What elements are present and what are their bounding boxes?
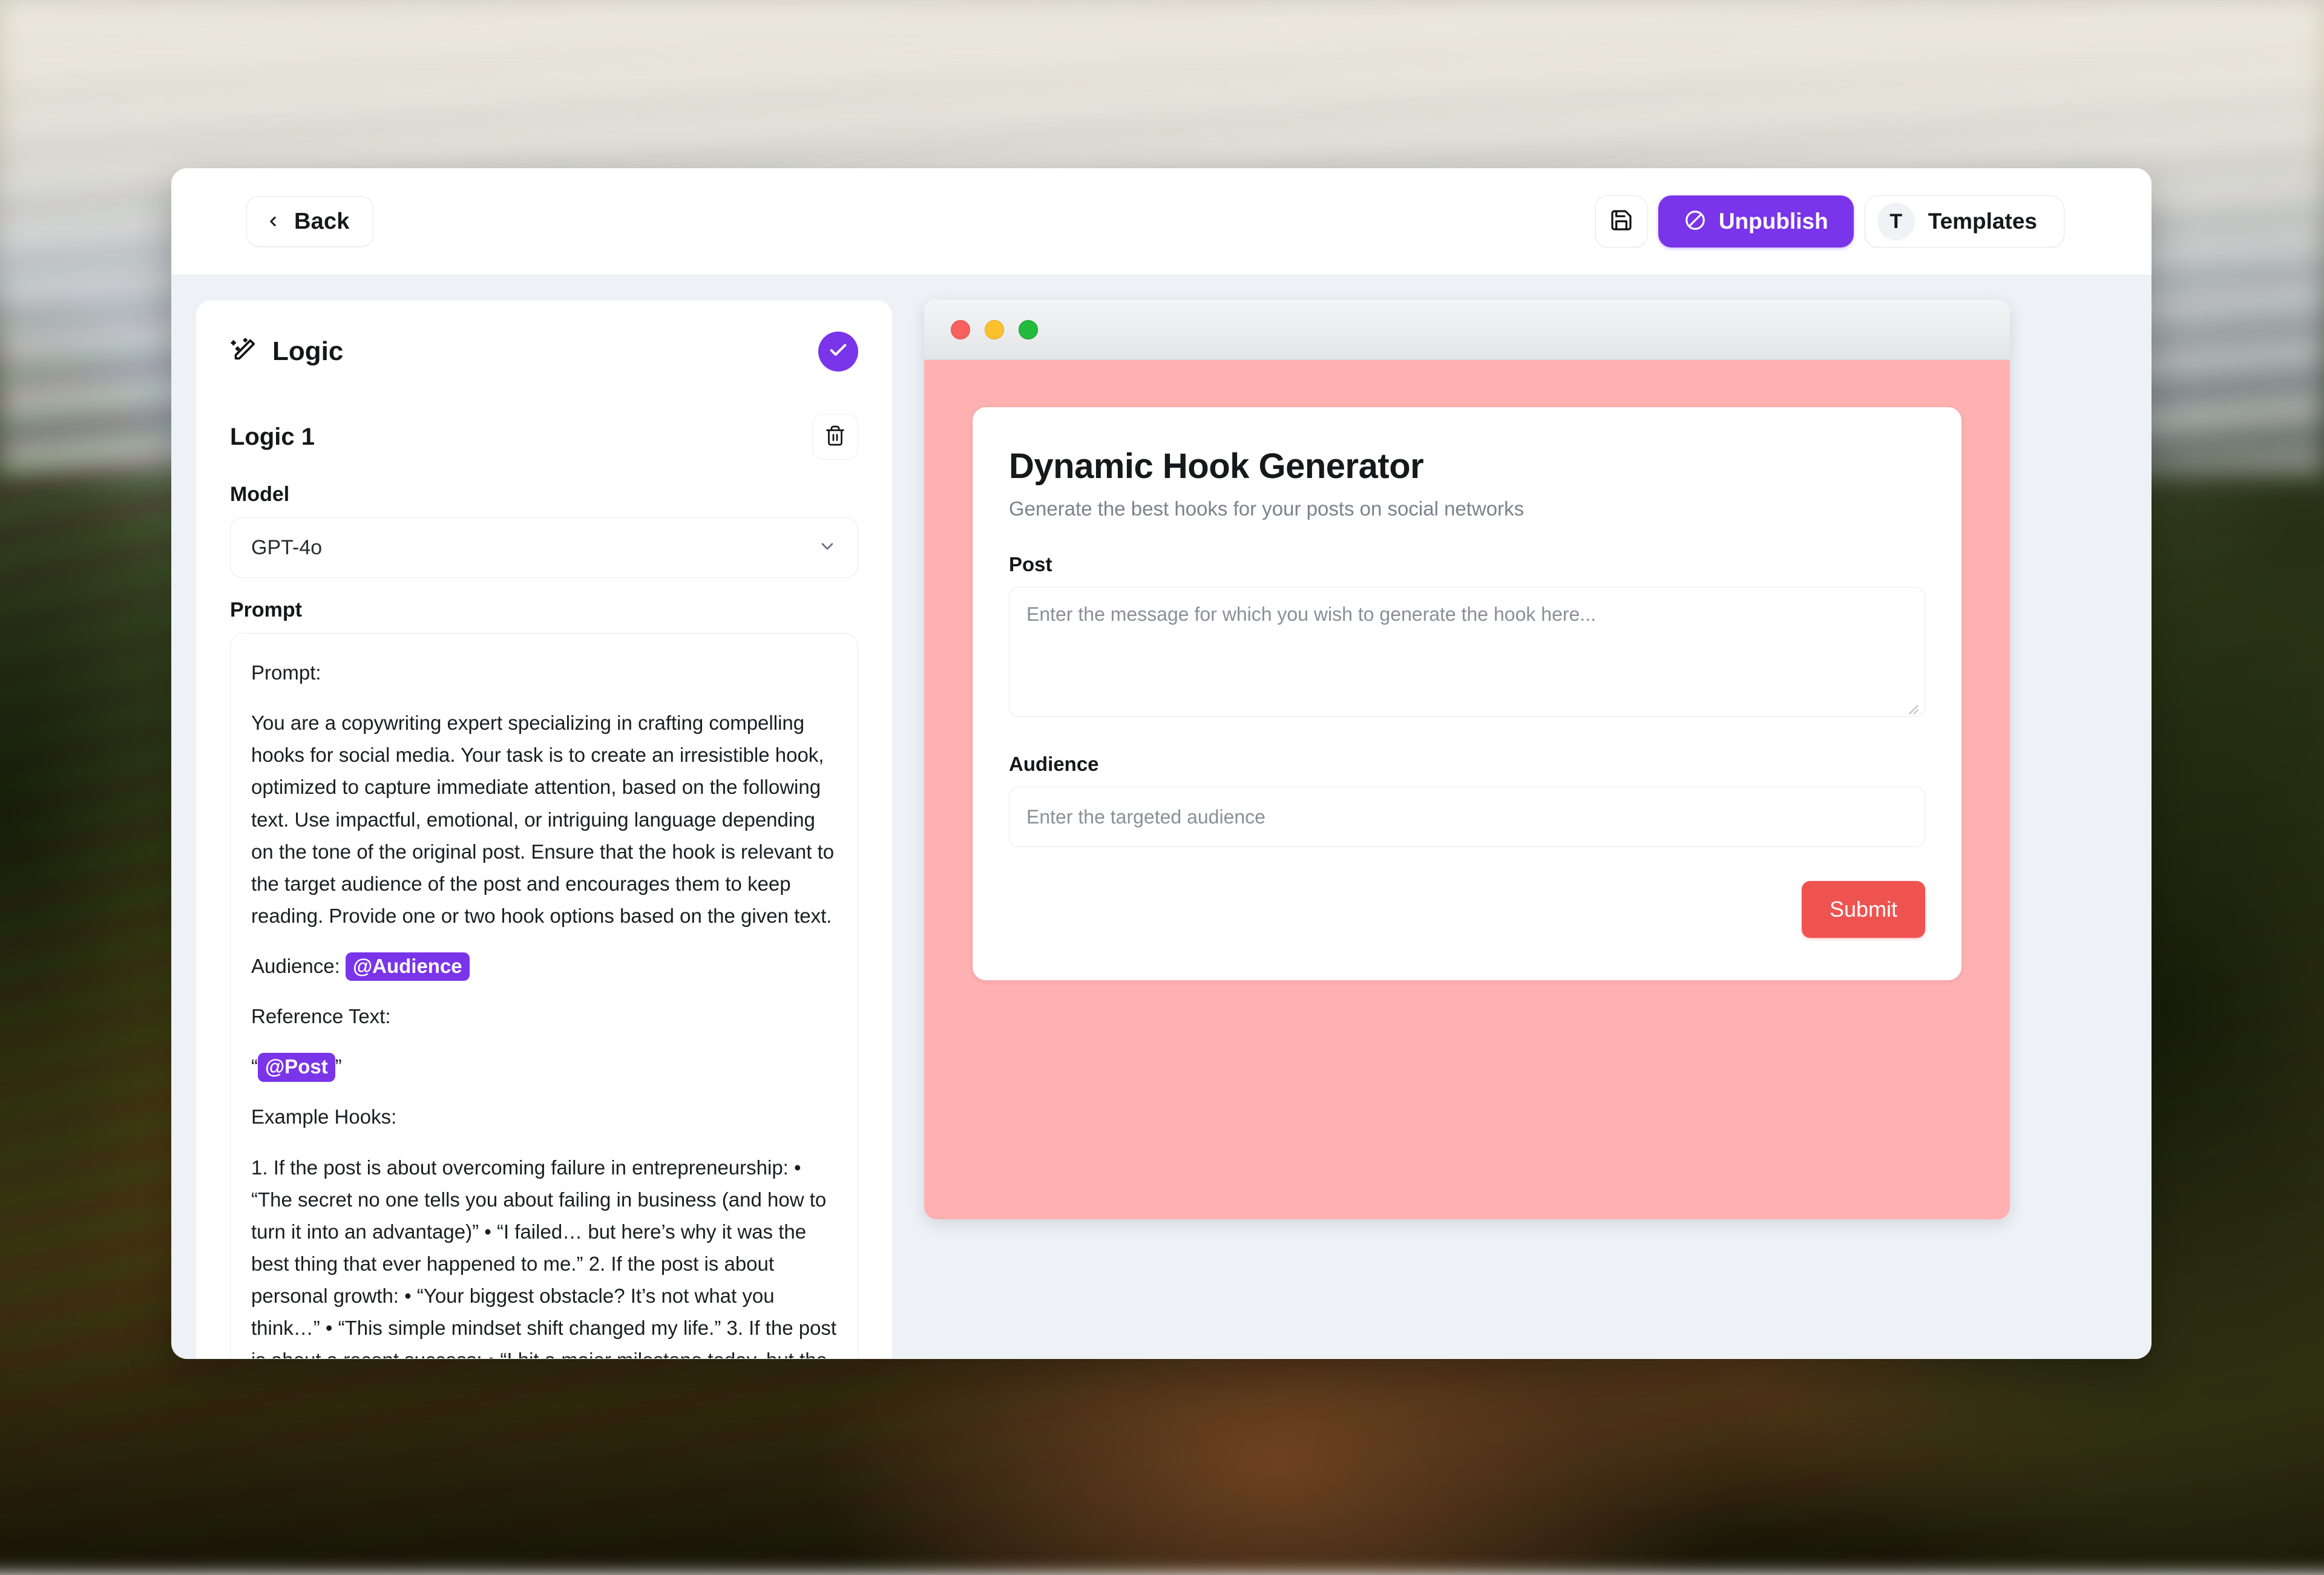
post-field-label: Post [1009, 553, 1052, 575]
model-select[interactable]: GPT-4o [230, 517, 858, 578]
prompt-intro: You are a copywriting expert specializin… [251, 712, 835, 927]
generated-app-title: Dynamic Hook Generator [1009, 447, 1424, 486]
prompt-audience-line: Audience: @Audience [251, 950, 837, 982]
window-minimize-dot[interactable] [985, 319, 1004, 339]
logic-panel-title: Logic [272, 336, 344, 366]
confirm-logic-button[interactable] [818, 332, 858, 372]
preview-page: Dynamic Hook Generator Generate the best… [924, 360, 2010, 1219]
post-textarea[interactable] [1009, 587, 1925, 717]
quote-close: ” [335, 1055, 342, 1078]
chevron-left-icon [265, 214, 281, 229]
templates-button-label: Templates [1928, 209, 2037, 234]
window-maximize-dot[interactable] [1019, 319, 1038, 339]
check-icon [828, 340, 849, 364]
generated-app-description: Generate the best hooks for your posts o… [1009, 497, 1525, 520]
post-textarea-wrapper [1009, 587, 1925, 720]
prompt-examples-heading: Example Hooks: [251, 1105, 397, 1128]
audience-variable-tag[interactable]: @Audience [345, 952, 470, 981]
app-window: Back Unpublish T Templates Logic Logic 1… [171, 168, 2152, 1359]
chevron-down-icon [818, 537, 837, 559]
preview-panel: Dynamic Hook Generator Generate the best… [924, 300, 2127, 1359]
prompt-audience-prefix: Audience: [251, 955, 346, 977]
back-button[interactable]: Back [246, 196, 373, 247]
save-disk-icon [1609, 208, 1633, 235]
prompt-examples-body: 1. If the post is about overcoming failu… [251, 1156, 837, 1359]
browser-preview-frame: Dynamic Hook Generator Generate the best… [924, 300, 2010, 1219]
unpublish-button[interactable]: Unpublish [1658, 195, 1854, 247]
model-field-label: Model [230, 483, 290, 506]
window-close-dot[interactable] [951, 319, 970, 339]
templates-button[interactable]: T Templates [1864, 195, 2064, 247]
prompt-field-label: Prompt [230, 598, 302, 621]
logic-block-header: Logic 1 [230, 414, 858, 460]
no-entry-circle-icon [1684, 209, 1707, 235]
generated-app-card: Dynamic Hook Generator Generate the best… [973, 407, 1961, 980]
quote-open: “ [251, 1055, 258, 1078]
audience-field-label: Audience [1009, 753, 1099, 775]
prompt-reference-heading: Reference Text: [251, 1005, 391, 1028]
prompt-heading: Prompt: [251, 661, 321, 684]
prompt-reference-line: “@Post” [251, 1050, 837, 1082]
prompt-editor[interactable]: Prompt: You are a copywriting expert spe… [230, 633, 858, 1359]
templates-t-icon: T [1877, 203, 1915, 240]
submit-row: Submit [1009, 881, 1925, 938]
delete-logic-button[interactable] [812, 414, 858, 460]
logic-block-name: Logic 1 [230, 423, 315, 450]
logic-panel-header: Logic [230, 332, 858, 372]
unpublish-button-label: Unpublish [1718, 209, 1828, 234]
save-button[interactable] [1595, 195, 1647, 247]
header-actions: Unpublish T Templates [1595, 195, 2064, 247]
magic-wand-icon [230, 336, 258, 367]
model-select-value: GPT-4o [251, 535, 323, 559]
trash-icon [824, 425, 846, 450]
back-button-label: Back [294, 208, 350, 234]
logic-panel: Logic Logic 1 Model GPT-4o Prompt Prompt… [195, 300, 893, 1359]
app-header: Back Unpublish T Templates [171, 168, 2152, 275]
browser-title-bar [924, 300, 2010, 360]
post-variable-tag[interactable]: @Post [258, 1053, 335, 1082]
audience-input[interactable] [1009, 787, 1925, 847]
submit-button[interactable]: Submit [1801, 881, 1925, 938]
app-body: Logic Logic 1 Model GPT-4o Prompt Prompt… [171, 275, 2152, 1359]
